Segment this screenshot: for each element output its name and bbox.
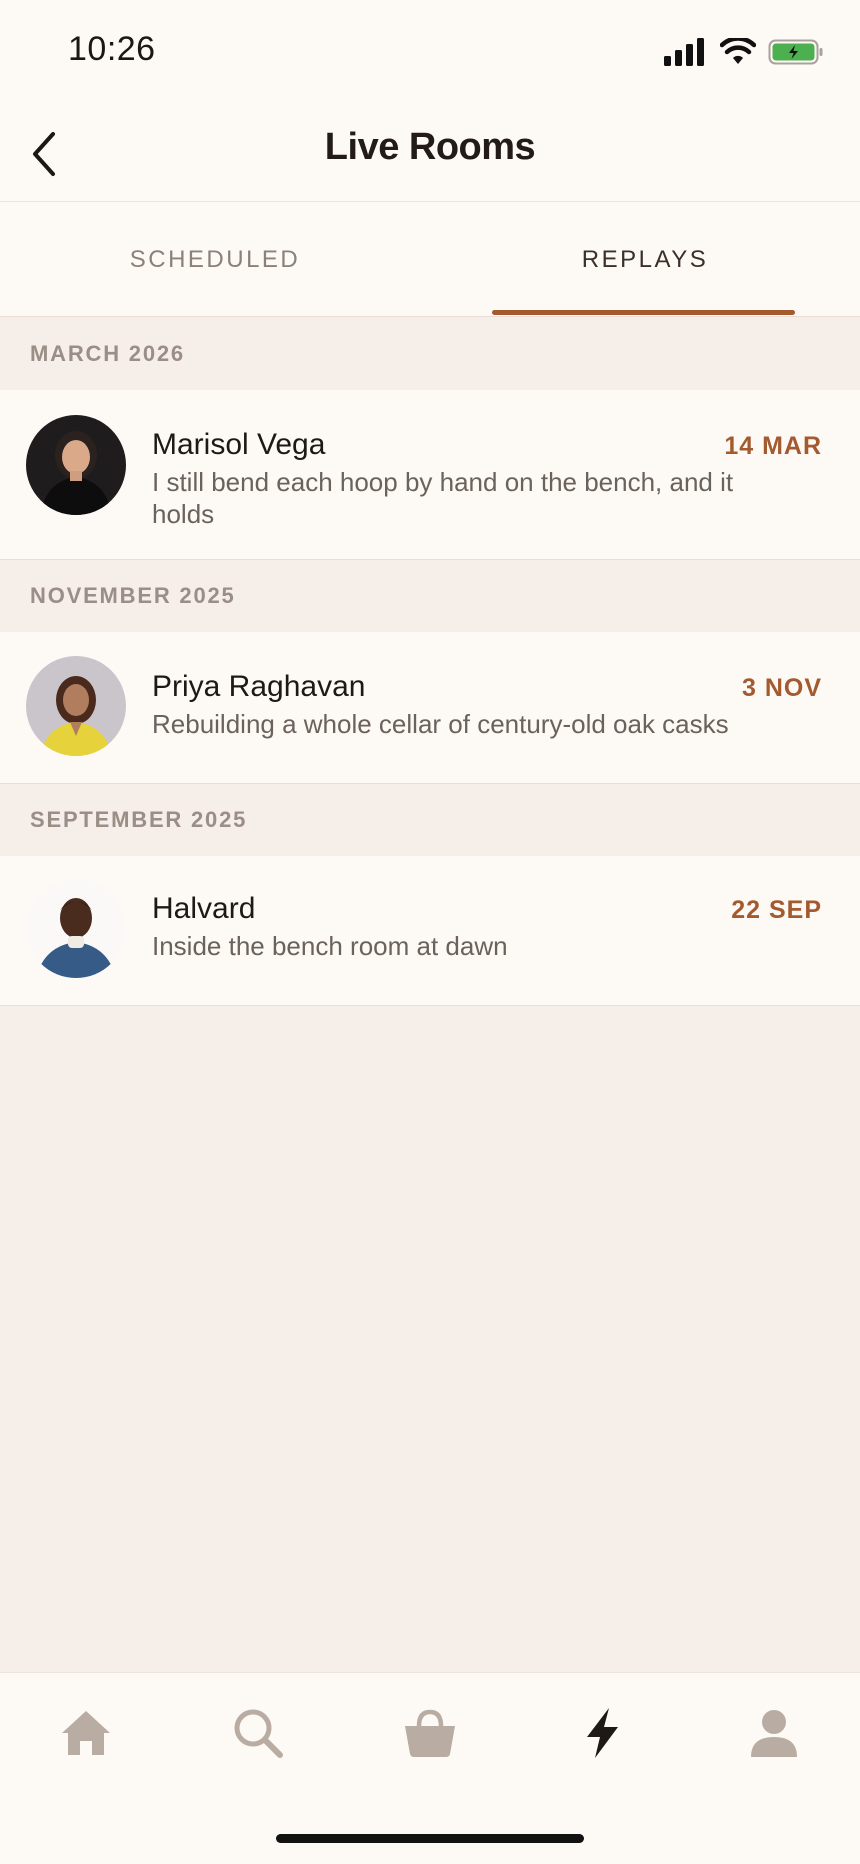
host-name: Marisol Vega (152, 428, 326, 461)
battery-charging-icon (768, 39, 823, 65)
profile-icon (751, 1710, 797, 1757)
segmented-tabs: SCHEDULED REPLAYS (0, 202, 860, 317)
search-icon (234, 1709, 283, 1758)
replays-list: MARCH 2026 Marisol Vega 14 MAR I still b… (0, 318, 860, 1006)
avatar (26, 878, 126, 978)
shopping-bag-icon (405, 1709, 455, 1757)
room-title: Rebuilding a whole cellar of century-old… (152, 709, 729, 739)
tab-scheduled[interactable]: SCHEDULED (0, 202, 430, 317)
room-date: 22 SEP (731, 896, 822, 924)
active-tab-indicator (492, 310, 795, 315)
tab-search[interactable] (228, 1703, 288, 1763)
wifi-icon (720, 38, 756, 64)
room-date: 3 NOV (741, 674, 822, 702)
lightning-icon (587, 1708, 618, 1758)
tab-profile[interactable] (744, 1703, 804, 1763)
nav-bar: Live Rooms (0, 104, 860, 202)
status-icons (664, 38, 824, 66)
tab-home[interactable] (56, 1703, 116, 1763)
avatar (26, 656, 126, 756)
list-item[interactable]: Priya Raghavan 3 NOV Rebuilding a whole … (0, 632, 860, 784)
home-indicator (276, 1834, 584, 1843)
room-title: Inside the bench room at dawn (152, 931, 508, 961)
tab-replays[interactable]: REPLAYS (430, 202, 860, 317)
status-bar: 10:26 (0, 0, 860, 104)
section-header: SEPTEMBER 2025 (0, 784, 860, 856)
list-item[interactable]: Marisol Vega 14 MAR I still bend each ho… (0, 390, 860, 560)
cellular-signal-icon (664, 38, 704, 66)
host-name: Priya Raghavan (152, 670, 366, 703)
section-header: NOVEMBER 2025 (0, 560, 860, 632)
room-date: 14 MAR (724, 432, 822, 460)
host-name: Halvard (152, 892, 256, 925)
list-item[interactable]: Halvard 22 SEP Inside the bench room at … (0, 856, 860, 1006)
home-icon (62, 1711, 110, 1755)
room-title: I still bend each hoop by hand on the be… (152, 467, 734, 529)
tab-live[interactable] (572, 1703, 632, 1763)
avatar (26, 415, 126, 515)
tab-shop[interactable] (400, 1703, 460, 1763)
status-time: 10:26 (68, 30, 156, 68)
page-title: Live Rooms (324, 126, 536, 168)
section-header: MARCH 2026 (0, 318, 860, 390)
